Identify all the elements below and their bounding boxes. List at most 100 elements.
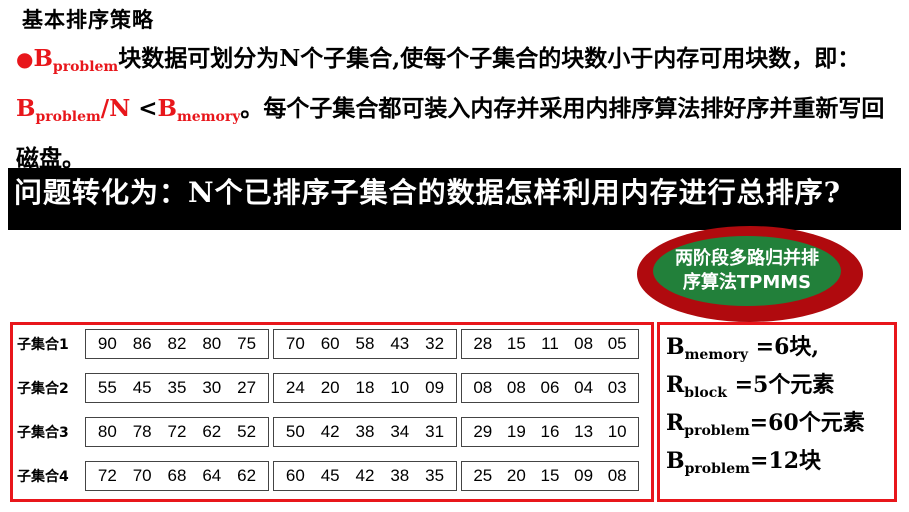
parameter-line: Rblock =5个元素	[666, 367, 834, 401]
element-value: 90	[97, 334, 117, 353]
element-value: 52	[237, 422, 257, 441]
element-value: 32	[425, 334, 445, 353]
element-value: 75	[237, 334, 257, 353]
element-value: 28	[473, 334, 493, 353]
element-value: 58	[355, 334, 375, 353]
block-group: 25 20 15 09 08	[461, 461, 639, 491]
subset-label: 子集合4	[17, 469, 69, 485]
parameter-value: =12块	[749, 448, 822, 474]
element-value: 64	[202, 466, 222, 485]
section-heading: 基本排序策略	[22, 8, 154, 32]
parameter-symbol: R	[666, 372, 685, 398]
subsets-panel: 子集合1 90 86 82 80 75 70 60 58 43 32 28 15 11 08 05 子集合2 55…	[10, 322, 654, 502]
block-group: 72 70 68 64 62	[85, 461, 269, 491]
element-value: 20	[320, 378, 340, 397]
element-value: 20	[506, 466, 526, 485]
parameter-line: Bproblem=12块	[666, 443, 821, 477]
element-value: 50	[285, 422, 305, 441]
element-value: 08	[473, 378, 493, 397]
parameter-value: =5个元素	[726, 372, 835, 398]
element-value: 60	[285, 466, 305, 485]
subset-row: 子集合2 55 45 35 30 27 24 20 18 10 09 08 08 06 04 03	[17, 371, 643, 405]
tpmms-oval-inner: 两阶段多路归并排 序算法TPMMS	[653, 236, 841, 306]
element-value: 62	[202, 422, 222, 441]
element-value: 24	[285, 378, 305, 397]
parameter-value: =60个元素	[749, 410, 865, 436]
parameter-value: =6块,	[748, 334, 820, 360]
block-group: 28 15 11 08 05	[461, 329, 639, 359]
element-value: 08	[506, 378, 526, 397]
bullet-icon: ●	[16, 47, 34, 71]
subset-row: 子集合1 90 86 82 80 75 70 60 58 43 32 28 15 11 08 05	[17, 327, 643, 361]
block-group: 24 20 18 10 09	[273, 373, 457, 403]
subset-row: 子集合4 72 70 68 64 62 60 45 42 38 35 25 20 15 09 08	[17, 459, 643, 493]
element-value: 08	[607, 466, 627, 485]
element-value: 10	[607, 422, 627, 441]
parameters-panel: Bmemory =6块, Rblock =5个元素 Rproblem=60个元素 Bp…	[657, 322, 897, 502]
element-value: 06	[540, 378, 560, 397]
parameter-symbol: R	[666, 410, 685, 436]
element-value: 42	[320, 422, 340, 441]
element-value: 27	[237, 378, 257, 397]
subset-label: 子集合3	[17, 425, 69, 441]
element-value: 25	[473, 466, 493, 485]
element-value: 86	[132, 334, 152, 353]
parameter-subscript: problem	[684, 423, 750, 439]
element-value: 30	[202, 378, 222, 397]
element-value: 34	[390, 422, 410, 441]
element-value: 45	[320, 466, 340, 485]
element-value: 70	[285, 334, 305, 353]
block-group: 50 42 38 34 31	[273, 417, 457, 447]
element-value: 15	[506, 334, 526, 353]
parameter-line: Bmemory =6块,	[666, 329, 819, 363]
element-value: 35	[425, 466, 445, 485]
element-value: 10	[390, 378, 410, 397]
element-value: 38	[390, 466, 410, 485]
element-value: 72	[167, 422, 187, 441]
element-value: 09	[425, 378, 445, 397]
element-value: 13	[574, 422, 594, 441]
b-problem-term: Bproblem	[33, 45, 119, 75]
parameter-subscript: problem	[684, 461, 750, 477]
element-value: 18	[355, 378, 375, 397]
element-value: 62	[237, 466, 257, 485]
element-value: 60	[320, 334, 340, 353]
block-group: 55 45 35 30 27	[85, 373, 269, 403]
element-value: 43	[390, 334, 410, 353]
element-value: 68	[167, 466, 187, 485]
element-value: 09	[574, 466, 594, 485]
element-value: 80	[97, 422, 117, 441]
parameter-subscript: memory	[684, 347, 748, 363]
element-value: 16	[540, 422, 560, 441]
oval-line-2: 序算法TPMMS	[682, 272, 812, 293]
element-value: 80	[202, 334, 222, 353]
element-value: 38	[355, 422, 375, 441]
element-value: 31	[425, 422, 445, 441]
b-memory-term: Bmemory	[157, 95, 241, 125]
parameter-subscript: block	[684, 385, 727, 401]
element-value: 03	[607, 378, 627, 397]
less-than-sign: <	[130, 95, 158, 122]
block-group: 80 78 72 62 52	[85, 417, 269, 447]
element-value: 05	[607, 334, 627, 353]
block-group: 60 45 42 38 35	[273, 461, 457, 491]
element-value: 82	[167, 334, 187, 353]
block-group: 08 08 06 04 03	[461, 373, 639, 403]
subset-label: 子集合1	[17, 337, 69, 353]
element-value: 70	[132, 466, 152, 485]
parameter-symbol: B	[666, 334, 685, 360]
strategy-paragraph: ●Bproblem块数据可划分为N个子集合,使每个子集合的块数小于内存可用块数，…	[16, 38, 896, 179]
tpmms-oval-badge: 两阶段多路归并排 序算法TPMMS	[637, 226, 863, 322]
parameter-line: Rproblem=60个元素	[666, 405, 865, 439]
element-value: 72	[97, 466, 117, 485]
problem-banner: 问题转化为：N个已排序子集合的数据怎样利用内存进行总排序?	[8, 168, 901, 230]
subset-label: 子集合2	[17, 381, 69, 397]
parameter-symbol: B	[666, 448, 685, 474]
element-value: 45	[132, 378, 152, 397]
element-value: 15	[540, 466, 560, 485]
block-group: 70 60 58 43 32	[273, 329, 457, 359]
ratio-formula: Bproblem/N	[16, 95, 131, 125]
block-group: 29 19 16 13 10	[461, 417, 639, 447]
element-value: 08	[574, 334, 594, 353]
block-group: 90 86 82 80 75	[85, 329, 269, 359]
